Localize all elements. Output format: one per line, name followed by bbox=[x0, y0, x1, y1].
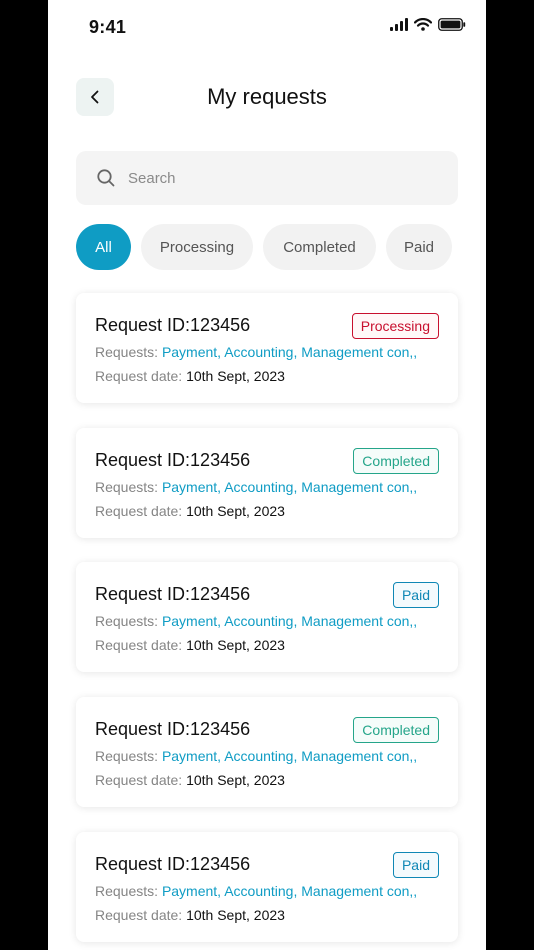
request-id: Request ID:123456 bbox=[95, 719, 251, 739]
status-badge: Processing bbox=[351, 313, 439, 339]
page-title: My requests bbox=[207, 84, 327, 109]
request-id: Request ID:123456 bbox=[95, 450, 251, 470]
filter-chip-completed[interactable]: Completed bbox=[263, 224, 376, 270]
filter-chips: All Processing Completed Paid bbox=[76, 224, 452, 270]
status-badge: Completed bbox=[353, 448, 439, 474]
request-card[interactable]: Request ID:123456 Completed Requests: Pa… bbox=[76, 697, 458, 807]
phone-screen: 9:41 My requests Search All Processing C… bbox=[48, 0, 486, 950]
request-date-label: Request date: bbox=[95, 368, 183, 384]
request-date: 10th Sept, 2023 bbox=[186, 772, 285, 788]
status-icons bbox=[390, 18, 466, 31]
search-input[interactable] bbox=[126, 168, 430, 188]
request-date-label: Request date: bbox=[95, 772, 183, 788]
request-date-label: Request date: bbox=[95, 907, 183, 923]
request-card[interactable]: Request ID:123456 Processing Requests: P… bbox=[76, 293, 458, 403]
requests-label: Requests: bbox=[95, 479, 159, 495]
request-date: 10th Sept, 2023 bbox=[186, 503, 285, 519]
request-services[interactable]: Payment, Accounting, Management con,, bbox=[162, 748, 417, 764]
wifi-icon bbox=[414, 18, 432, 31]
request-date-row: Request date: 10th Sept, 2023 bbox=[95, 772, 285, 788]
request-id: Request ID:123456 bbox=[95, 584, 251, 604]
request-services-row: Requests: Payment, Accounting, Managemen… bbox=[95, 344, 417, 360]
request-services-row: Requests: Payment, Accounting, Managemen… bbox=[95, 479, 417, 495]
request-services[interactable]: Payment, Accounting, Management con,, bbox=[162, 883, 417, 899]
request-card[interactable]: Request ID:123456 Paid Requests: Payment… bbox=[76, 832, 458, 942]
request-date: 10th Sept, 2023 bbox=[186, 907, 285, 923]
request-services-row: Requests: Payment, Accounting, Managemen… bbox=[95, 748, 417, 764]
signal-icon bbox=[390, 18, 408, 31]
requests-label: Requests: bbox=[95, 748, 159, 764]
filter-chip-paid[interactable]: Paid bbox=[386, 224, 452, 270]
request-id: Request ID:123456 bbox=[95, 315, 251, 335]
status-badge: Paid bbox=[392, 852, 439, 878]
request-card[interactable]: Request ID:123456 Completed Requests: Pa… bbox=[76, 428, 458, 538]
search-bar[interactable] bbox=[76, 151, 458, 205]
request-date-row: Request date: 10th Sept, 2023 bbox=[95, 503, 285, 519]
request-services[interactable]: Payment, Accounting, Management con,, bbox=[162, 613, 417, 629]
battery-icon bbox=[438, 18, 466, 31]
filter-chip-all[interactable]: All bbox=[76, 224, 131, 270]
request-date-label: Request date: bbox=[95, 503, 183, 519]
requests-label: Requests: bbox=[95, 344, 159, 360]
request-date-row: Request date: 10th Sept, 2023 bbox=[95, 907, 285, 923]
request-services[interactable]: Payment, Accounting, Management con,, bbox=[162, 344, 417, 360]
filter-chip-processing[interactable]: Processing bbox=[141, 224, 253, 270]
request-services-row: Requests: Payment, Accounting, Managemen… bbox=[95, 613, 417, 629]
request-date: 10th Sept, 2023 bbox=[186, 368, 285, 384]
search-icon bbox=[96, 168, 116, 188]
requests-label: Requests: bbox=[95, 613, 159, 629]
status-badge: Paid bbox=[392, 582, 439, 608]
request-date-row: Request date: 10th Sept, 2023 bbox=[95, 637, 285, 653]
request-date-row: Request date: 10th Sept, 2023 bbox=[95, 368, 285, 384]
request-services-row: Requests: Payment, Accounting, Managemen… bbox=[95, 883, 417, 899]
status-badge: Completed bbox=[353, 717, 439, 743]
request-services[interactable]: Payment, Accounting, Management con,, bbox=[162, 479, 417, 495]
status-time: 9:41 bbox=[89, 17, 127, 37]
requests-label: Requests: bbox=[95, 883, 159, 899]
request-id: Request ID:123456 bbox=[95, 854, 251, 874]
request-card[interactable]: Request ID:123456 Paid Requests: Payment… bbox=[76, 562, 458, 672]
request-date: 10th Sept, 2023 bbox=[186, 637, 285, 653]
request-date-label: Request date: bbox=[95, 637, 183, 653]
